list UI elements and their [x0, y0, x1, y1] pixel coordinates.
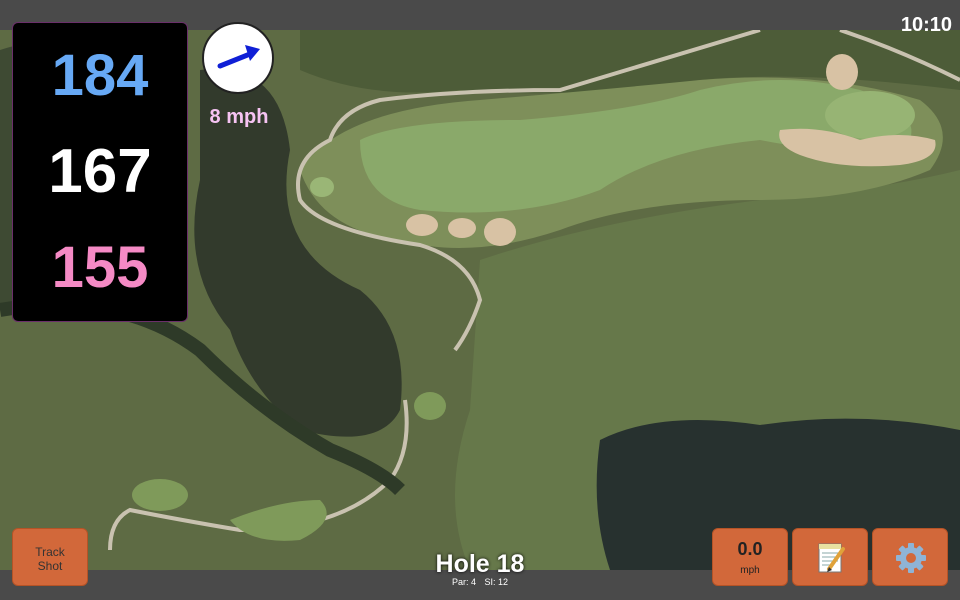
distance-panel: 184 167 155: [12, 22, 188, 322]
track-shot-label-line2: Shot: [37, 559, 63, 573]
stroke-index-label: SI: 12: [484, 577, 509, 587]
track-shot-button[interactable]: Track Shot: [12, 528, 88, 586]
arrow-icon: [217, 45, 260, 69]
front-distance: 155: [51, 235, 149, 300]
wind-speed-label: 8 mph: [209, 106, 269, 128]
speed-unit: mph: [740, 565, 760, 576]
middle-distance: 167: [48, 137, 152, 206]
notepad-icon: [818, 543, 845, 573]
notes-button[interactable]: [792, 528, 868, 586]
speed-value: 0.0: [737, 539, 763, 559]
track-shot-label-line1: Track: [35, 545, 65, 559]
gear-icon: [896, 543, 926, 573]
clock: 10:10: [900, 14, 952, 36]
par-label: Par: 4: [451, 577, 476, 587]
wind-direction-indicator: [202, 22, 274, 94]
back-distance: 184: [51, 43, 149, 108]
speed-button[interactable]: 0.0 mph: [712, 528, 788, 586]
hole-title: Hole 18: [435, 550, 525, 578]
settings-button[interactable]: [872, 528, 948, 586]
hole-meta: Par: 4 SI: 12: [380, 577, 580, 587]
